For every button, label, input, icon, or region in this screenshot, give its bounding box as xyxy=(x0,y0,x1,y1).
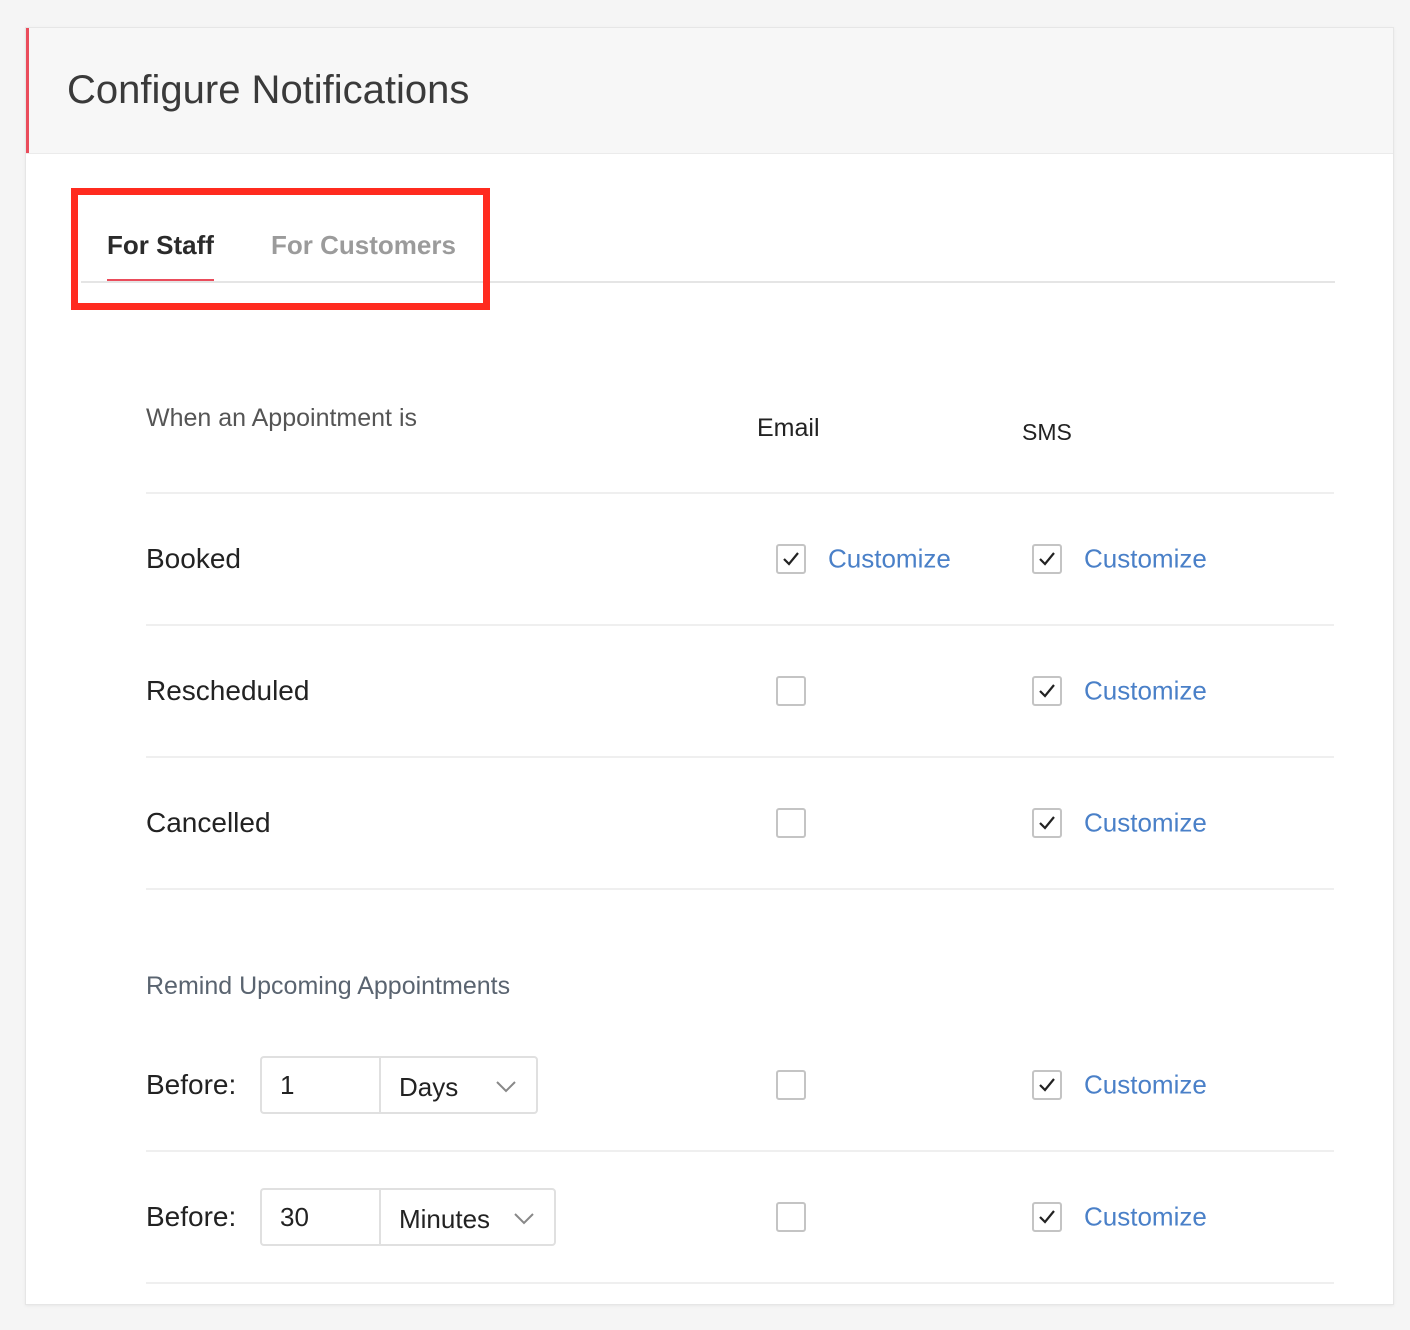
chevron-down-icon xyxy=(514,1213,534,1225)
sms-customize-link-reminder-days[interactable]: Customize xyxy=(1084,1070,1207,1101)
sms-checkbox-reminder-days[interactable] xyxy=(1032,1070,1062,1100)
sms-checkbox-booked[interactable] xyxy=(1032,544,1062,574)
sms-checkbox-reminder-minutes[interactable] xyxy=(1032,1202,1062,1232)
tab-bar: For Staff For Customers xyxy=(81,188,1335,283)
column-header-email: Email xyxy=(757,414,820,442)
reminder-unit-select-minutes[interactable]: Minutes xyxy=(379,1188,556,1246)
reminders-section-title: Remind Upcoming Appointments xyxy=(146,972,511,1000)
email-checkbox-reminder-days[interactable] xyxy=(776,1070,806,1100)
reminder-value-input-minutes[interactable]: 30 xyxy=(260,1188,379,1246)
checkmark-icon xyxy=(1039,552,1055,566)
checkmark-icon xyxy=(1039,1078,1055,1092)
sms-customize-link-rescheduled[interactable]: Customize xyxy=(1084,676,1207,707)
reminder-unit-select-days[interactable]: Days xyxy=(379,1056,538,1114)
event-row-booked: Booked Customize Customize xyxy=(146,494,1334,626)
chevron-down-icon xyxy=(496,1081,516,1093)
email-checkbox-booked[interactable] xyxy=(776,544,806,574)
sms-customize-link-booked[interactable]: Customize xyxy=(1084,544,1207,575)
column-header-sms: SMS xyxy=(1022,419,1072,445)
column-header-event: When an Appointment is xyxy=(146,404,417,432)
event-label: Rescheduled xyxy=(146,675,310,706)
email-checkbox-reminder-minutes[interactable] xyxy=(776,1202,806,1232)
header-accent-bar xyxy=(26,28,29,153)
reminder-row-days: Before: 1 Days Customize xyxy=(146,1020,1334,1152)
checkmark-icon xyxy=(783,552,799,566)
checkmark-icon xyxy=(1039,816,1055,830)
email-checkbox-cancelled[interactable] xyxy=(776,808,806,838)
checkmark-icon xyxy=(1039,684,1055,698)
tab-for-staff[interactable]: For Staff xyxy=(107,230,214,281)
before-label: Before: xyxy=(146,1069,237,1100)
before-label: Before: xyxy=(146,1201,237,1232)
sms-customize-link-reminder-minutes[interactable]: Customize xyxy=(1084,1202,1207,1233)
page-title: Configure Notifications xyxy=(67,68,470,112)
sms-checkbox-rescheduled[interactable] xyxy=(1032,676,1062,706)
email-checkbox-rescheduled[interactable] xyxy=(776,676,806,706)
reminder-value-input-days[interactable]: 1 xyxy=(260,1056,379,1114)
reminder-row-minutes: Before: 30 Minutes Customize xyxy=(146,1152,1334,1284)
event-label: Cancelled xyxy=(146,807,271,838)
tab-for-customers[interactable]: For Customers xyxy=(271,230,456,279)
event-label: Booked xyxy=(146,543,241,574)
notifications-card: Configure Notifications For Staff For Cu… xyxy=(25,27,1394,1305)
email-customize-link-booked[interactable]: Customize xyxy=(828,544,951,575)
event-row-cancelled: Cancelled Customize xyxy=(146,758,1334,890)
sms-customize-link-cancelled[interactable]: Customize xyxy=(1084,808,1207,839)
unit-select-value: Days xyxy=(399,1072,459,1102)
unit-select-value: Minutes xyxy=(399,1204,491,1234)
checkmark-icon xyxy=(1039,1210,1055,1224)
event-row-rescheduled: Rescheduled Customize xyxy=(146,626,1334,758)
sms-checkbox-cancelled[interactable] xyxy=(1032,808,1062,838)
card-header: Configure Notifications xyxy=(26,28,1393,154)
